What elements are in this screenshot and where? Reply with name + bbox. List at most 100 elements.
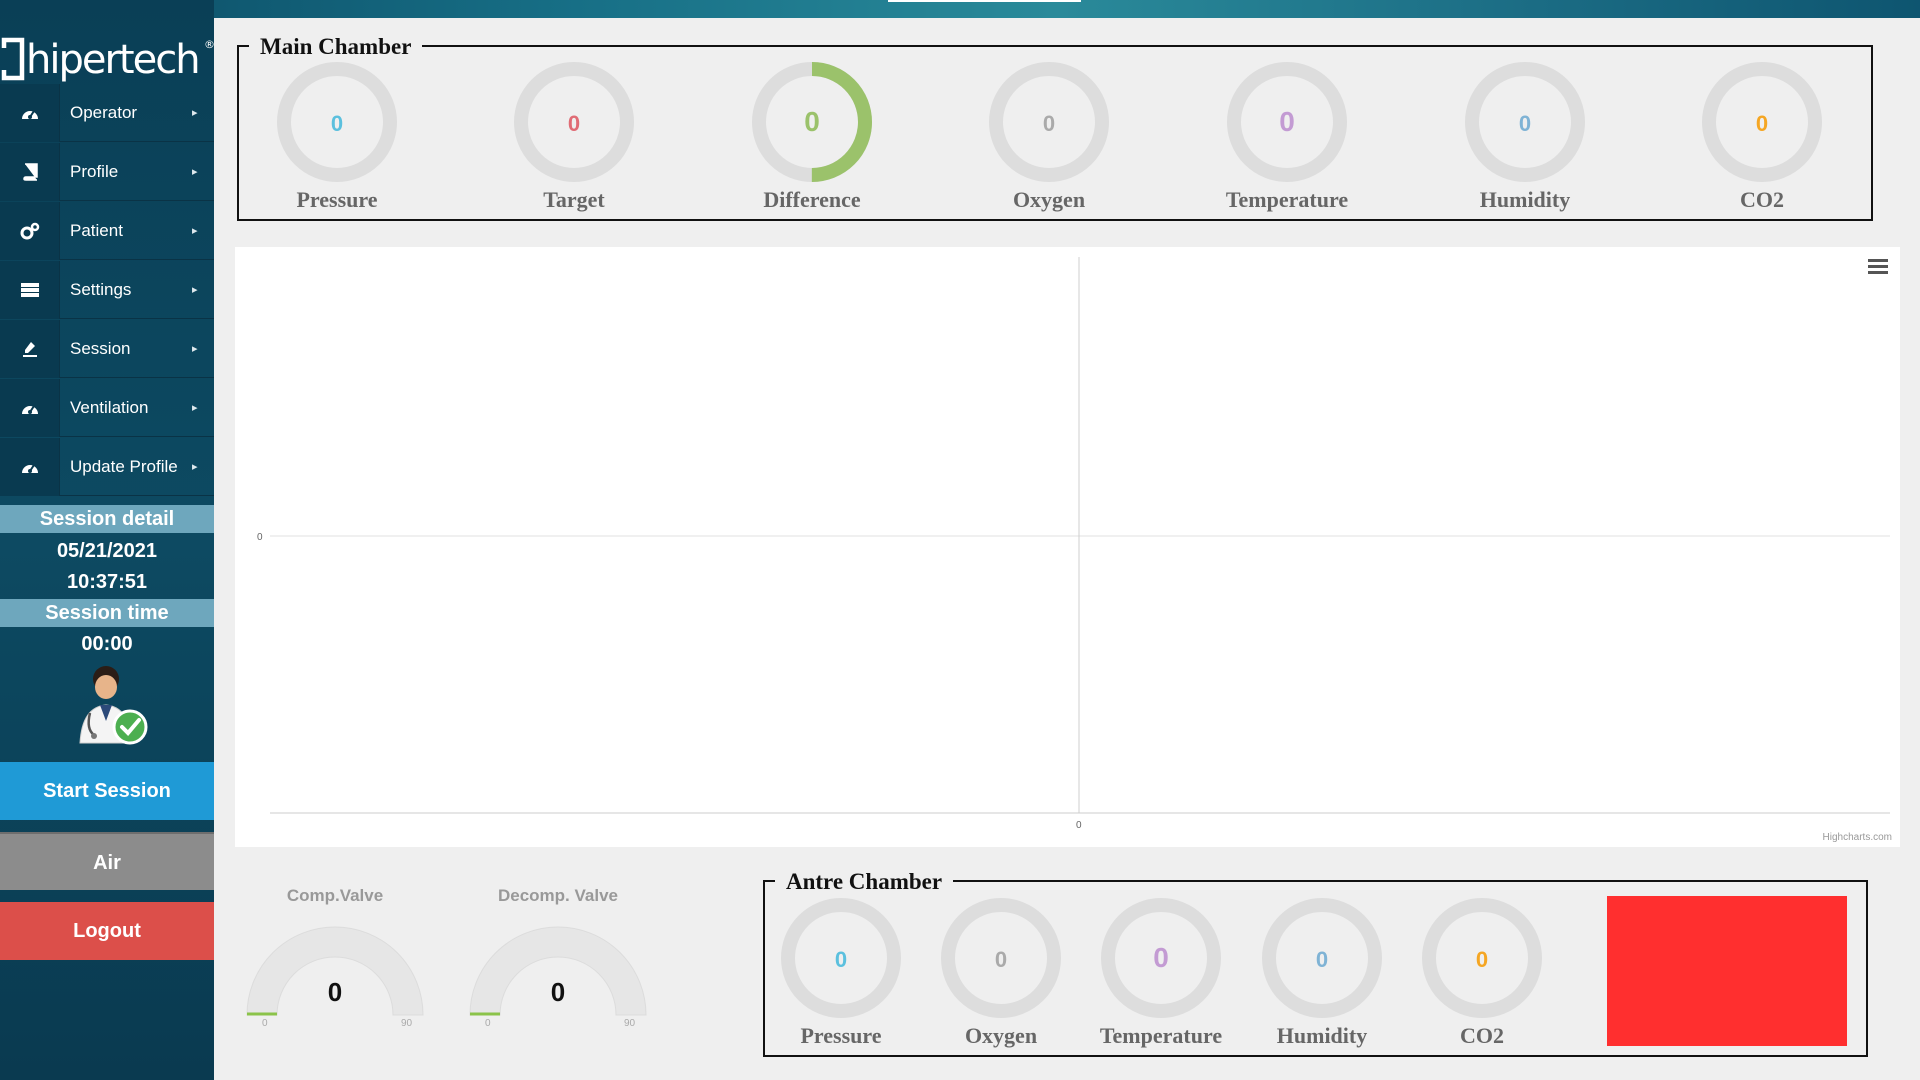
gauge-value: 0: [331, 111, 343, 136]
logout-button[interactable]: Logout: [0, 902, 214, 960]
gauge-ring: 0: [1702, 62, 1822, 182]
decomp-valve-value: 0: [550, 977, 566, 1007]
gauge-pressure: 0 Pressure: [272, 57, 402, 213]
decomp-valve-dial: [469, 926, 647, 1016]
gauge-oxygen: 0 Oxygen: [984, 57, 1114, 213]
sidebar-item-label: Operator: [70, 102, 138, 122]
gauge-label: Temperature: [1099, 1023, 1223, 1048]
server-icon: [0, 260, 60, 319]
chamber-chart: 0 0 Highcharts.com: [235, 247, 1900, 847]
gauge-label: Difference: [763, 187, 861, 212]
gauge-value: 0: [1476, 947, 1488, 972]
chart-y-tick: 0: [257, 532, 263, 543]
gauge-label: Oxygen: [1012, 187, 1086, 212]
antre-status-indicator: [1607, 896, 1847, 1046]
gauge-ring: 0: [514, 62, 634, 182]
cogs-icon: [0, 201, 60, 260]
gauge-co2: 0 CO2: [1697, 57, 1827, 213]
top-header-strip: [0, 0, 1920, 18]
session-time-value: 00:00: [81, 633, 133, 655]
sidebar-item-ventilation[interactable]: Ventilation ▸: [0, 378, 214, 437]
hamburger-icon[interactable]: [1868, 259, 1888, 277]
sidebar-item-label: Update Profile: [70, 456, 178, 476]
comp-valve-gauge: Comp.Valve 0 0 90: [235, 880, 435, 1040]
sidebar-item-patient[interactable]: Patient ▸: [0, 201, 214, 260]
gauge-value: 0: [1043, 111, 1055, 136]
sidebar-item-settings[interactable]: Settings ▸: [0, 260, 214, 319]
gauge-oxygen: 0 Oxygen: [936, 893, 1066, 1049]
gauge-ring: 0: [277, 62, 397, 182]
decomp-valve-gauge: Decomp. Valve 0 0 90: [458, 880, 658, 1040]
caret-right-icon: ▸: [192, 166, 198, 178]
sidebar-item-label: Session: [70, 338, 131, 358]
gauge-label: Target: [543, 187, 605, 212]
gauge-label: Pressure: [800, 1023, 882, 1048]
gauge-value: 0: [1279, 106, 1295, 137]
header-active-tab: [888, 0, 1081, 2]
book-icon: [0, 142, 60, 201]
doctor-avatar-icon: [72, 663, 152, 747]
chart-svg: 0 0: [257, 257, 1890, 831]
gauge-label: Temperature: [1225, 187, 1349, 212]
caret-right-icon: ▸: [192, 225, 198, 237]
comp-valve-title: Comp.Valve: [286, 886, 384, 905]
gauge-value: 0: [835, 947, 847, 972]
caret-right-icon: ▸: [192, 402, 198, 414]
dashboard-icon: [0, 378, 60, 437]
gauge-value: 0: [1316, 947, 1328, 972]
gauge-humidity: 0 Humidity: [1257, 893, 1387, 1049]
gauge-value: 0: [804, 106, 820, 137]
start-session-button[interactable]: Start Session: [0, 762, 214, 820]
decomp-valve-title: Decomp. Valve: [497, 886, 618, 905]
gauge-ring: 0: [1262, 898, 1382, 1018]
sidebar-item-session[interactable]: Session ▸: [0, 319, 214, 378]
session-date: 05/21/2021: [56, 540, 158, 562]
pen-icon: [0, 319, 60, 378]
sidebar-item-update-profile[interactable]: Update Profile ▸: [0, 437, 214, 496]
gauge-value: 0: [1153, 942, 1169, 973]
gauge-ring: 0: [1422, 898, 1542, 1018]
comp-valve-dial: [246, 926, 424, 1016]
gauge-ring: 0: [1227, 62, 1347, 182]
sidebar-item-label: Patient: [70, 220, 123, 240]
sidebar-item-operator[interactable]: Operator ▸: [0, 83, 214, 142]
gauge-ring: 0: [941, 898, 1061, 1018]
gauge-temperature: 0 Temperature: [1096, 893, 1226, 1049]
sidebar-item-label: Ventilation: [70, 397, 149, 417]
gauge-value: 0: [1519, 111, 1531, 136]
chart-credit[interactable]: Highcharts.com: [1823, 832, 1892, 843]
dashboard-icon: [0, 83, 60, 142]
caret-right-icon: ▸: [192, 284, 198, 296]
comp-valve-value: 0: [327, 977, 343, 1007]
air-button[interactable]: Air: [0, 832, 214, 890]
gauge-value: 0: [995, 947, 1007, 972]
logo-icon: hipertech ®: [1, 37, 214, 83]
sidebar-item-label: Profile: [70, 161, 119, 181]
caret-right-icon: ▸: [192, 461, 198, 473]
sidebar-item-label: Settings: [70, 279, 132, 299]
gauge-label: Pressure: [296, 187, 378, 212]
decomp-valve-max: 90: [624, 1018, 636, 1029]
dashboard-icon: [0, 437, 60, 496]
sidebar: hipertech ® Operator ▸ Profile ▸ Patient…: [0, 0, 214, 1080]
gauge-difference: 0 Difference: [747, 57, 877, 213]
caret-right-icon: ▸: [192, 107, 198, 119]
gauge-humidity: 0 Humidity: [1460, 57, 1590, 213]
sidebar-item-profile[interactable]: Profile ▸: [0, 142, 214, 201]
gauge-pressure: 0 Pressure: [776, 893, 906, 1049]
gauge-label: Humidity: [1276, 1023, 1368, 1048]
gauge-value: 0: [1756, 111, 1768, 136]
caret-right-icon: ▸: [192, 343, 198, 355]
decomp-valve-min: 0: [485, 1018, 491, 1029]
gauge-value: 0: [568, 111, 580, 136]
comp-valve-min: 0: [262, 1018, 268, 1029]
gauge-ring: 0: [752, 62, 872, 182]
gauge-temperature: 0 Temperature: [1222, 57, 1352, 213]
gauge-label: CO2: [1460, 1023, 1504, 1048]
gauge-label: Humidity: [1479, 187, 1571, 212]
comp-valve-max: 90: [401, 1018, 413, 1029]
gauge-ring: 0: [989, 62, 1109, 182]
session-time-title: Session time: [0, 599, 214, 627]
session-clock: 10:37:51: [66, 571, 148, 593]
gauge-target: 0 Target: [509, 57, 639, 213]
